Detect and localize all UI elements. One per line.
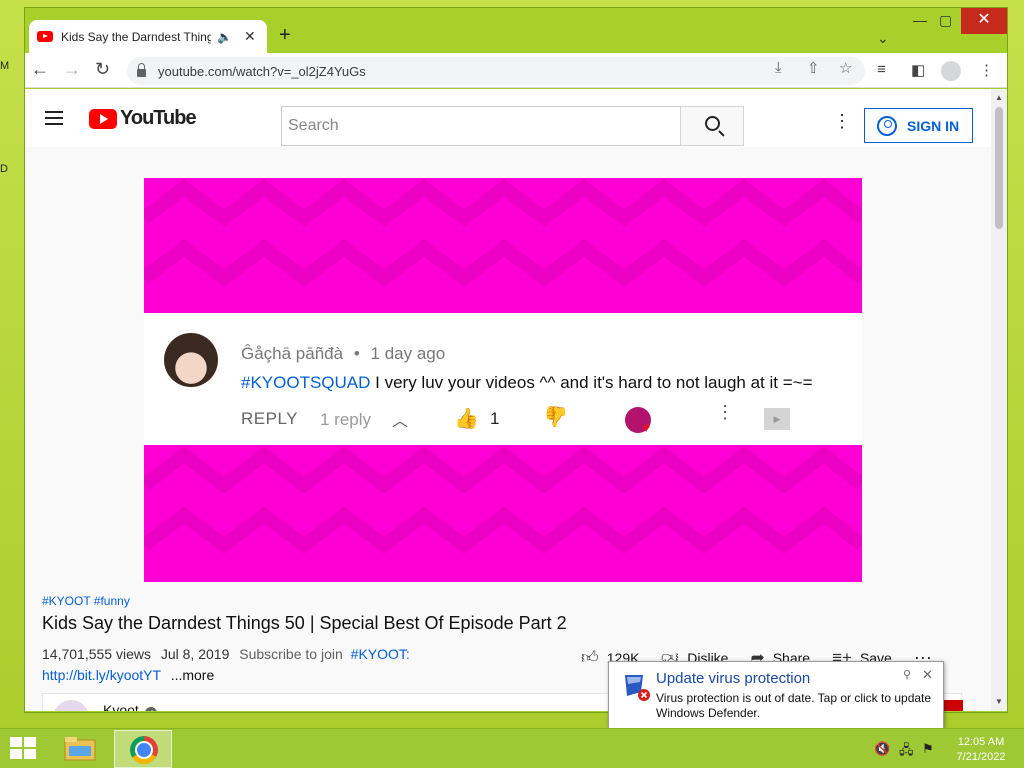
youtube-play-icon: [89, 108, 117, 129]
settings-more-icon[interactable]: ⋮: [833, 112, 851, 130]
youtube-logo[interactable]: YouTube: [89, 107, 197, 130]
maximize-button[interactable]: ▢: [939, 12, 952, 29]
url-text[interactable]: youtube.com/watch?v=_ol2jZ4YuGs: [158, 64, 366, 79]
video-meta: 14,701,555 views Jul 8, 2019 Subscribe t…: [42, 646, 410, 662]
video-title: Kids Say the Darndest Things 50 | Specia…: [42, 613, 567, 633]
minimize-button[interactable]: —: [913, 12, 927, 28]
channel-name-line: Kyoot ✓: [103, 702, 157, 711]
close-window-button[interactable]: ✕: [961, 8, 1007, 34]
comment-more-icon: ⋮: [716, 402, 734, 422]
defender-notification[interactable]: Update virus protection Virus protection…: [608, 661, 944, 740]
show-more-button[interactable]: ...more: [171, 667, 215, 683]
address-bar[interactable]: youtube.com/watch?v=_ol2jZ4YuGs: [127, 57, 865, 85]
description-link-row: http://bit.ly/kyootYT ...more: [42, 667, 214, 683]
scrollbar-thumb[interactable]: [995, 107, 1003, 229]
pin-icon[interactable]: ⚲: [903, 668, 911, 681]
volume-muted-icon[interactable]: 🔇: [874, 741, 890, 757]
browser-window: Kids Say the Darndest Things 50 | Specia…: [25, 8, 1007, 712]
comment-text: #KYOOTSQUAD I very luv your videos ^^ an…: [241, 373, 813, 393]
browser-toolbar: ← → ↻ youtube.com/watch?v=_ol2jZ4YuGs ⤓ …: [25, 53, 1007, 88]
comment-replies-label: 1 reply: [320, 410, 372, 429]
description-link[interactable]: http://bit.ly/kyootYT: [42, 667, 161, 683]
page-viewport: YouTube Search ⋮ SIGN IN Ĝåçhā pāñđà • 1…: [25, 89, 1007, 711]
start-button[interactable]: [10, 737, 38, 761]
tab-title: Kids Say the Darndest Things 50 | Specia…: [61, 29, 211, 44]
taskbar: 🔇 🖧 ⚑ 12:05 AM 7/21/2022: [0, 728, 1024, 768]
chrome-taskbar-button[interactable]: [114, 730, 172, 768]
channel-avatar[interactable]: [53, 700, 89, 711]
bookmark-star-icon[interactable]: ☆: [839, 59, 852, 77]
comment-author-line: Ĝåçhā pāñđà • 1 day ago: [241, 344, 445, 364]
zigzag-pattern-top: [144, 179, 862, 287]
zigzag-pattern-bottom: [144, 446, 862, 554]
notification-body: Virus protection is out of date. Tap or …: [656, 691, 932, 720]
scroll-up-arrow-icon[interactable]: ▲: [995, 93, 1003, 102]
comment-like-count: 1: [490, 409, 500, 428]
verified-check-icon: ✓: [144, 707, 157, 711]
channel-name[interactable]: Kyoot: [103, 702, 139, 711]
lock-icon: [137, 62, 146, 77]
video-player[interactable]: Ĝåçhā pāñđà • 1 day ago #KYOOTSQUAD I ve…: [144, 178, 862, 582]
search-icon: [704, 116, 720, 131]
desktop-edge-text-m: M: [0, 60, 10, 72]
thumbs-down-icon: 👍: [544, 405, 569, 427]
new-tab-button[interactable]: +: [279, 24, 291, 47]
system-clock[interactable]: 12:05 AM 7/21/2022: [950, 735, 1012, 765]
profile-avatar-icon[interactable]: [941, 61, 961, 81]
video-comment-card: Ĝåçhā pāñđà • 1 day ago #KYOOTSQUAD I ve…: [144, 313, 862, 445]
sign-in-label: SIGN IN: [907, 117, 960, 134]
install-icon[interactable]: ⤓: [775, 59, 782, 76]
youtube-favicon-icon: [37, 31, 53, 42]
upload-date: Jul 8, 2019: [160, 646, 230, 662]
search-input[interactable]: Search: [281, 106, 681, 146]
notification-title: Update virus protection: [656, 670, 811, 687]
comment-thumbnail-icon: ▶: [764, 408, 790, 430]
browser-menu-icon[interactable]: ⋮: [979, 61, 994, 79]
side-panel-icon[interactable]: ◧: [911, 61, 925, 79]
scroll-down-arrow-icon[interactable]: ▼: [995, 697, 1003, 706]
youtube-logo-text: YouTube: [120, 107, 197, 129]
page-scrollbar[interactable]: ▲ ▼: [991, 89, 1007, 711]
browser-titlebar: Kids Say the Darndest Things 50 | Specia…: [25, 8, 1007, 53]
desktop-edge-text-d: D: [0, 163, 8, 175]
chevron-up-icon: ︿: [392, 413, 409, 430]
comment-reply-label: REPLY: [241, 409, 298, 428]
tab-close-button[interactable]: ✕: [244, 28, 256, 45]
tab-search-button[interactable]: ⌄: [877, 30, 889, 47]
chrome-icon: [130, 736, 158, 764]
user-icon: [877, 115, 897, 136]
file-explorer-icon[interactable]: [62, 734, 98, 764]
sign-in-button[interactable]: SIGN IN: [864, 108, 973, 143]
comment-hashtag: #KYOOTSQUAD: [241, 373, 371, 392]
clock-time: 12:05 AM: [957, 736, 1005, 748]
action-center-warning-icon[interactable]: ⚑: [922, 741, 934, 757]
notification-close-button[interactable]: ✕: [922, 667, 933, 683]
shield-warning-icon: [625, 675, 650, 701]
view-count: 14,701,555 views: [42, 646, 151, 662]
browser-tab-active[interactable]: Kids Say the Darndest Things 50 | Specia…: [29, 20, 267, 53]
youtube-masthead: YouTube Search ⋮ SIGN IN: [25, 89, 991, 147]
network-icon[interactable]: 🖧: [899, 741, 914, 763]
clock-date: 7/21/2022: [956, 751, 1006, 763]
comment-time: 1 day ago: [370, 344, 446, 363]
speaker-icon[interactable]: 🔈: [217, 30, 232, 44]
media-queue-icon[interactable]: ≡: [877, 61, 886, 78]
back-arrow-icon[interactable]: ←: [31, 59, 49, 80]
search-button[interactable]: [680, 106, 744, 146]
hamburger-menu-icon[interactable]: [45, 111, 63, 125]
thumbs-up-outline-icon: 👍︎: [581, 648, 599, 667]
video-hashtags[interactable]: #KYOOT #funny: [42, 594, 130, 608]
share-icon[interactable]: ⇧: [807, 59, 820, 77]
description-hashtag[interactable]: #KYOOT:: [351, 646, 410, 662]
forward-arrow-icon[interactable]: →: [63, 59, 81, 80]
comment-avatar: [164, 333, 218, 387]
comment-author: Ĝåçhā pāñđà: [241, 344, 344, 363]
comment-body: I very luv your videos ^^ and it's hard …: [370, 373, 813, 392]
description-text: Subscribe to join: [239, 646, 343, 662]
comment-separator: •: [353, 344, 360, 363]
thumbs-up-icon: 👍: [454, 408, 479, 430]
reload-icon[interactable]: ↻: [95, 59, 110, 80]
heart-icon: ♥: [642, 419, 651, 435]
